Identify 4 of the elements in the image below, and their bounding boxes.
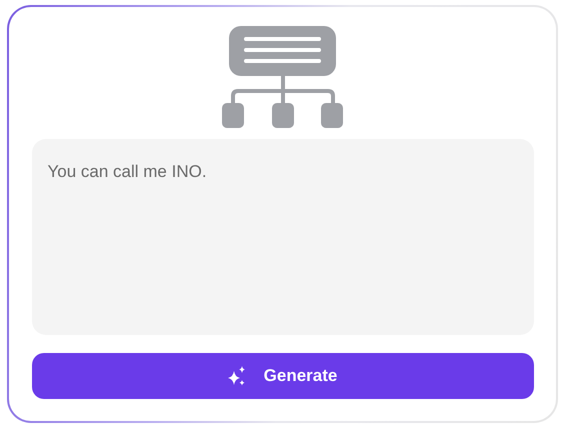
- generate-button[interactable]: Generate: [32, 353, 534, 399]
- text-field[interactable]: You can call me INO.: [32, 139, 534, 335]
- sparkle-icon: [228, 366, 246, 386]
- hierarchy-icon: [222, 26, 344, 129]
